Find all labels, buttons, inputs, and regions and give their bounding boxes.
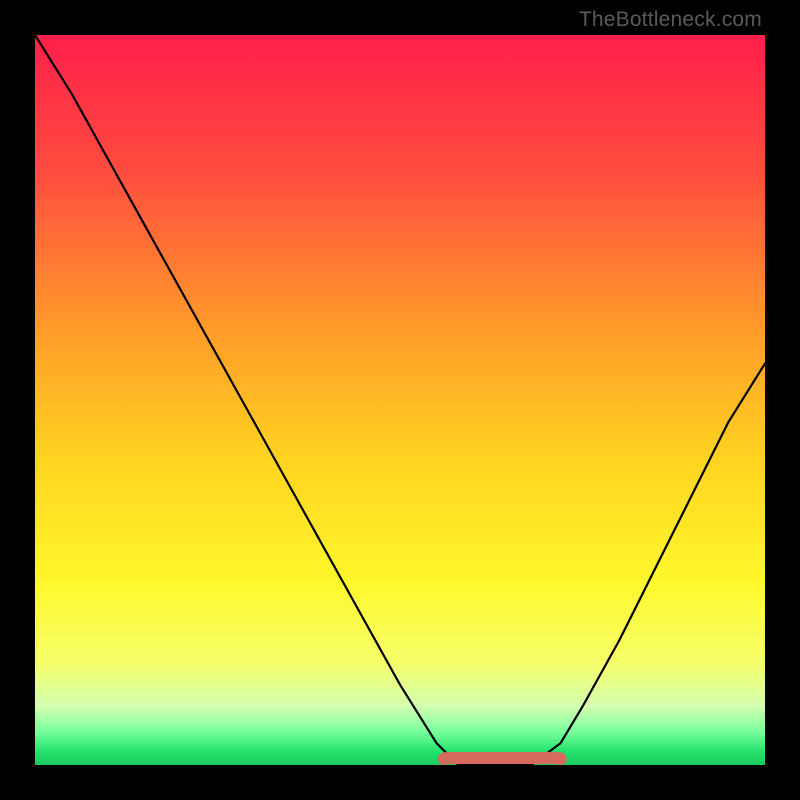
plot-area xyxy=(35,35,765,765)
watermark-label: TheBottleneck.com xyxy=(579,8,762,32)
bottleneck-chart xyxy=(35,35,765,765)
threshold-band xyxy=(444,758,561,759)
chart-frame: TheBottleneck.com xyxy=(0,0,800,800)
gradient-background xyxy=(35,35,765,765)
